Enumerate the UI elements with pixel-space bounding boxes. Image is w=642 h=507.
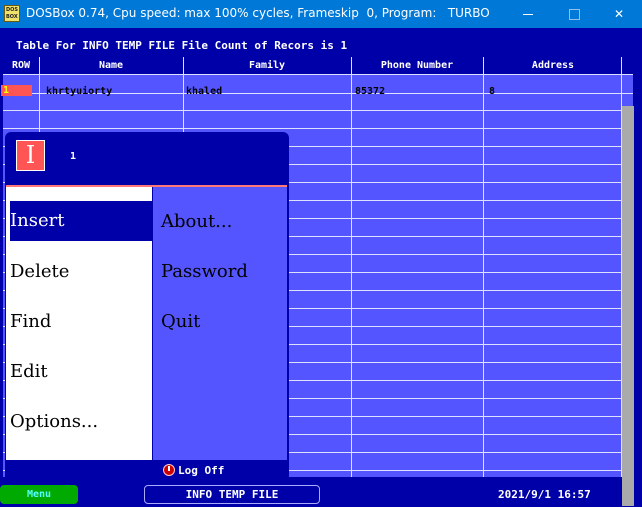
- column-header-family[interactable]: Family: [183, 57, 351, 74]
- maximize-button[interactable]: [551, 0, 597, 28]
- window-title-bar[interactable]: DOS BOX DOSBox 0.74, Cpu speed: max 100%…: [0, 0, 642, 28]
- address-cell[interactable]: 8: [489, 85, 495, 99]
- maximize-icon: [568, 8, 580, 20]
- dos-screen: Table For INFO TEMP FILE File Count of R…: [0, 28, 642, 507]
- column-header-address[interactable]: Address: [483, 57, 623, 74]
- table-title: Table For INFO TEMP FILE File Count of R…: [16, 39, 348, 52]
- menu-item-about[interactable]: About...: [161, 202, 232, 242]
- grid-line: [3, 128, 633, 129]
- menu-item-quit[interactable]: Quit: [161, 302, 200, 342]
- grid-line: [3, 74, 633, 75]
- menu-item-options[interactable]: Options...: [10, 402, 98, 442]
- power-icon: [163, 464, 175, 476]
- grid-line: [483, 57, 484, 477]
- menu-record-number: 1: [70, 151, 77, 162]
- logoff-label: Log Off: [178, 463, 225, 477]
- insert-logo-icon: I: [16, 140, 45, 171]
- app-icon-text-top: DOS: [6, 7, 19, 13]
- menu-item-password[interactable]: Password: [161, 252, 248, 292]
- app-icon-text-bottom: BOX: [6, 14, 18, 20]
- minimize-button[interactable]: [505, 0, 551, 28]
- close-icon: ✕: [613, 7, 625, 21]
- table-scrollbar[interactable]: [622, 106, 634, 506]
- column-header-phone[interactable]: Phone Number: [351, 57, 483, 74]
- column-header-row[interactable]: ROW: [3, 57, 39, 74]
- column-header-name[interactable]: Name: [39, 57, 183, 74]
- date-time-display: 2021/9/1 16:57: [498, 488, 591, 501]
- logoff-button[interactable]: Log Off: [163, 462, 224, 478]
- menu-item-edit[interactable]: Edit: [10, 352, 48, 392]
- phone-cell[interactable]: 85372: [355, 85, 385, 99]
- name-cell[interactable]: khrtyuiorty: [46, 85, 112, 99]
- menu-item-insert[interactable]: Insert: [10, 201, 153, 241]
- window-title: DOSBox 0.74, Cpu speed: max 100% cycles,…: [26, 6, 490, 20]
- close-button[interactable]: ✕: [596, 0, 642, 28]
- row-number-cell[interactable]: 1: [1, 85, 32, 96]
- main-menu-panel: I 1 Insert Delete Find Edit Options... A…: [5, 132, 289, 482]
- file-name-label: INFO TEMP FILE: [144, 485, 320, 504]
- grid-line: [351, 57, 352, 477]
- minimize-icon: [523, 13, 533, 15]
- menu-button[interactable]: Menu: [0, 485, 78, 504]
- grid-line: [3, 110, 633, 111]
- menu-item-delete[interactable]: Delete: [10, 252, 69, 292]
- dosbox-app-icon[interactable]: DOS BOX: [4, 5, 20, 22]
- menu-item-find[interactable]: Find: [10, 302, 51, 342]
- family-cell[interactable]: khaled: [186, 85, 222, 99]
